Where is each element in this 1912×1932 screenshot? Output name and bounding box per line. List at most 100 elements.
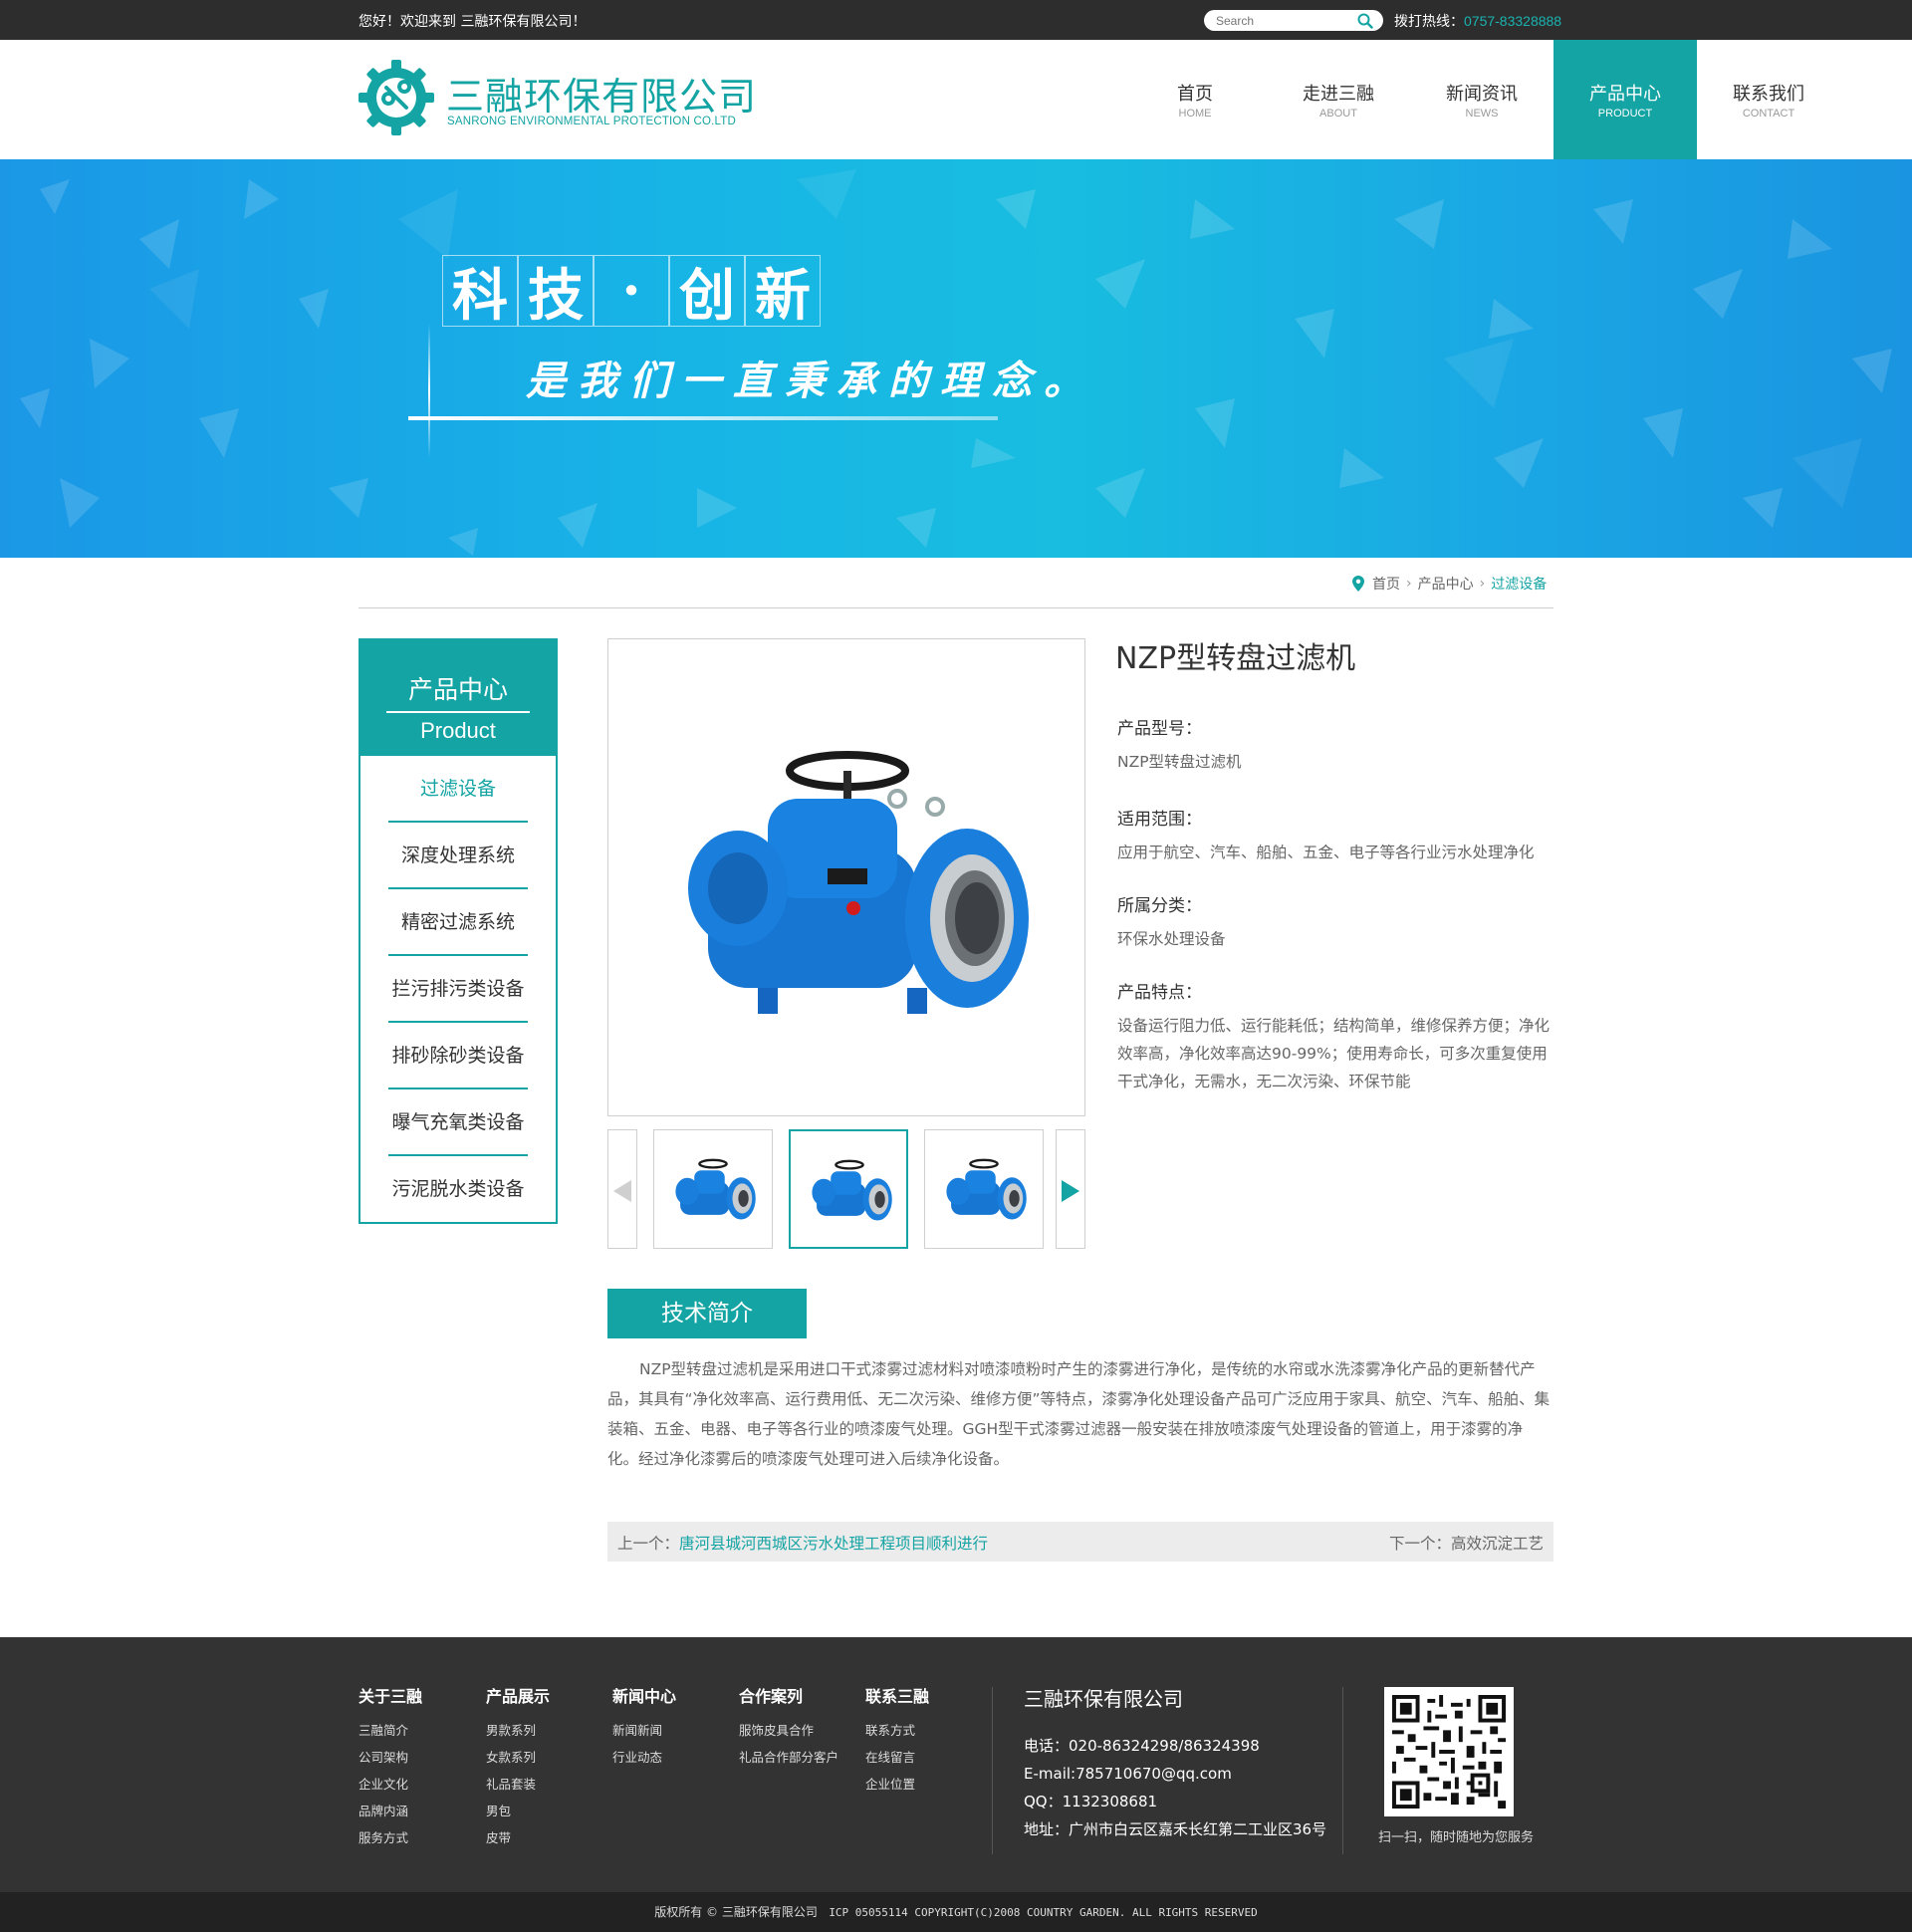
footer-email: E-mail:785710670@qq.com	[1024, 1765, 1232, 1783]
product-title: NZP型转盘过滤机	[1115, 641, 1356, 676]
info-model: 产品型号： NZP型转盘过滤机	[1117, 714, 1555, 776]
product-main-image[interactable]	[607, 638, 1085, 1116]
sidebar-title-en: Product	[420, 718, 496, 743]
footer-contact: 三融环保有限公司 电话：020-86324298/86324398 E-mail…	[1024, 1683, 1326, 1843]
hotline-label: 拨打热线：	[1394, 14, 1464, 30]
next-article: 下一个：高效沉淀工艺	[1389, 1532, 1544, 1554]
info-label: 产品型号：	[1117, 719, 1202, 739]
tab-tech-intro[interactable]: 技术简介	[607, 1289, 807, 1338]
footer-link[interactable]: 男款系列	[486, 1717, 550, 1744]
footer-phone: 电话：020-86324298/86324398	[1024, 1737, 1260, 1755]
sidebar-item-grit-removal[interactable]: 排砂除砂类设备	[388, 1023, 528, 1089]
search-box[interactable]	[1204, 10, 1383, 31]
sidebar-item-aeration[interactable]: 曝气充氧类设备	[388, 1089, 528, 1156]
footer-col-contact: 联系三融 联系方式 在线留言 企业位置	[865, 1683, 929, 1798]
hotline-number: 0757-83328888	[1464, 13, 1562, 29]
sidebar-item-filter[interactable]: 过滤设备	[388, 756, 528, 823]
location-pin-icon	[1352, 576, 1364, 592]
footer-link[interactable]: 行业动态	[612, 1744, 676, 1771]
info-value: 设备运行阻力低、运行能耗低；结构简单，维修保养方便；净化效率高，净化效率高达90…	[1117, 1017, 1551, 1090]
thumb-prev-button[interactable]	[607, 1129, 637, 1249]
breadcrumb-home[interactable]: 首页	[1372, 574, 1400, 594]
welcome-text: 您好！欢迎来到 三融环保有限公司！	[358, 14, 587, 30]
footer-link[interactable]: 皮带	[486, 1824, 550, 1851]
info-value: NZP型转盘过滤机	[1117, 753, 1242, 771]
hero-banner: 科 技 · 创 新 是我们一直秉承的理念。	[0, 159, 1912, 558]
footer-col-products: 产品展示 男款系列 女款系列 礼品套装 男包 皮带	[486, 1683, 550, 1851]
footer-link[interactable]: 三融简介	[358, 1717, 422, 1744]
nav-item-news[interactable]: 新闻资讯 NEWS	[1410, 40, 1554, 159]
copyright-en: ICP 05055114 COPYRIGHT(C)2008 COUNTRY GA…	[829, 1906, 1258, 1919]
footer-link[interactable]: 礼品套装	[486, 1771, 550, 1798]
footer-col-news: 新闻中心 新闻新闻 行业动态	[612, 1683, 676, 1771]
footer-link[interactable]: 联系方式	[865, 1717, 929, 1744]
info-label: 适用范围：	[1117, 810, 1202, 830]
thumbnail-photo	[946, 1158, 1027, 1220]
next-article-link[interactable]: 高效沉淀工艺	[1451, 1535, 1544, 1553]
footer-link[interactable]: 礼品合作部分客户	[739, 1744, 838, 1771]
footer-divider	[1342, 1687, 1343, 1854]
top-bar: 您好！欢迎来到 三融环保有限公司！ 拨打热线：0757-83328888	[0, 0, 1912, 40]
banner-title-char: 新	[745, 255, 821, 329]
divider	[358, 607, 1554, 608]
info-value: 环保水处理设备	[1117, 930, 1226, 948]
thumb-next-button[interactable]	[1056, 1129, 1085, 1249]
banner-subtitle: 是我们一直秉承的理念。	[526, 358, 1095, 404]
nav-item-home[interactable]: 首页 HOME	[1123, 40, 1267, 159]
footer-link[interactable]: 服饰皮具合作	[739, 1717, 838, 1744]
footer-divider	[992, 1687, 993, 1854]
nav-item-product[interactable]: 产品中心 PRODUCT	[1554, 40, 1697, 159]
main-nav: 首页 HOME 走进三融 ABOUT 新闻资讯 NEWS 产品中心 PRODUCT 联系…	[1123, 40, 1840, 159]
footer-link[interactable]: 企业文化	[358, 1771, 422, 1798]
search-input[interactable]	[1216, 12, 1353, 29]
nav-item-about[interactable]: 走进三融 ABOUT	[1267, 40, 1410, 159]
footer-link[interactable]: 企业位置	[865, 1771, 929, 1798]
footer-col-title: 合作案列	[739, 1687, 804, 1706]
banner-accent-line	[428, 324, 430, 458]
breadcrumb: 首页 › 产品中心 › 过滤设备	[1352, 574, 1547, 594]
sidebar-item-sludge-dewatering[interactable]: 污泥脱水类设备	[388, 1156, 528, 1223]
chevron-right-icon: ›	[1479, 576, 1486, 592]
nav-label-cn: 产品中心	[1589, 84, 1661, 105]
qr-code	[1384, 1687, 1514, 1816]
thumbnail[interactable]	[653, 1129, 773, 1249]
footer-col-cases: 合作案列 服饰皮具合作 礼品合作部分客户	[739, 1683, 838, 1771]
search-icon[interactable]	[1357, 13, 1373, 29]
qr-code-icon	[1392, 1695, 1506, 1809]
nav-label-en: HOME	[1178, 108, 1212, 120]
nav-label-cn: 联系我们	[1733, 84, 1804, 105]
banner-title-char: 科	[442, 255, 518, 329]
footer-link[interactable]: 品牌内涵	[358, 1798, 422, 1824]
breadcrumb-current[interactable]: 过滤设备	[1491, 574, 1547, 594]
thumbnail[interactable]	[924, 1129, 1044, 1249]
sidebar-item-trash-rack[interactable]: 拦污排污类设备	[388, 956, 528, 1023]
banner-title-char: 创	[669, 255, 745, 329]
footer-link[interactable]: 在线留言	[865, 1744, 929, 1771]
sidebar-list: 过滤设备 深度处理系统 精密过滤系统 拦污排污类设备 排砂除砂类设备 曝气充氧类…	[360, 756, 556, 1223]
chevron-right-icon: ›	[1406, 576, 1412, 592]
sidebar-item-deep-treatment[interactable]: 深度处理系统	[388, 823, 528, 889]
prev-article: 上一个：唐河县城河西城区污水处理工程项目顺利进行	[617, 1532, 988, 1554]
nav-label-cn: 首页	[1177, 84, 1213, 105]
thumbnail-selected[interactable]	[789, 1129, 908, 1249]
nav-label-cn: 走进三融	[1303, 84, 1374, 105]
footer-link[interactable]: 公司架构	[358, 1744, 422, 1771]
info-category: 所属分类： 环保水处理设备	[1117, 891, 1555, 953]
sidebar-item-precision-filter[interactable]: 精密过滤系统	[388, 889, 528, 956]
logo-icon[interactable]	[357, 58, 436, 137]
info-scope: 适用范围： 应用于航空、汽车、船舶、五金、电子等各行业污水处理净化	[1117, 805, 1555, 866]
nav-item-contact[interactable]: 联系我们 CONTACT	[1697, 40, 1840, 159]
arrow-left-icon	[613, 1180, 631, 1202]
footer-link[interactable]: 女款系列	[486, 1744, 550, 1771]
footer-link[interactable]: 男包	[486, 1798, 550, 1824]
prev-article-link[interactable]: 唐河县城河西城区污水处理工程项目顺利进行	[679, 1535, 988, 1553]
nav-label-en: PRODUCT	[1597, 108, 1653, 120]
site-header: 三融环保有限公司 SANRONG ENVIRONMENTAL PROTECTIO…	[0, 40, 1912, 159]
footer-link[interactable]: 服务方式	[358, 1824, 422, 1851]
thumbnail-photo	[812, 1159, 892, 1221]
arrow-right-icon	[1062, 1180, 1079, 1202]
footer-link[interactable]: 新闻新闻	[612, 1717, 676, 1744]
breadcrumb-section[interactable]: 产品中心	[1418, 574, 1474, 594]
nav-label-en: CONTACT	[1742, 108, 1795, 120]
logo-text-cn[interactable]: 三融环保有限公司	[446, 66, 757, 121]
